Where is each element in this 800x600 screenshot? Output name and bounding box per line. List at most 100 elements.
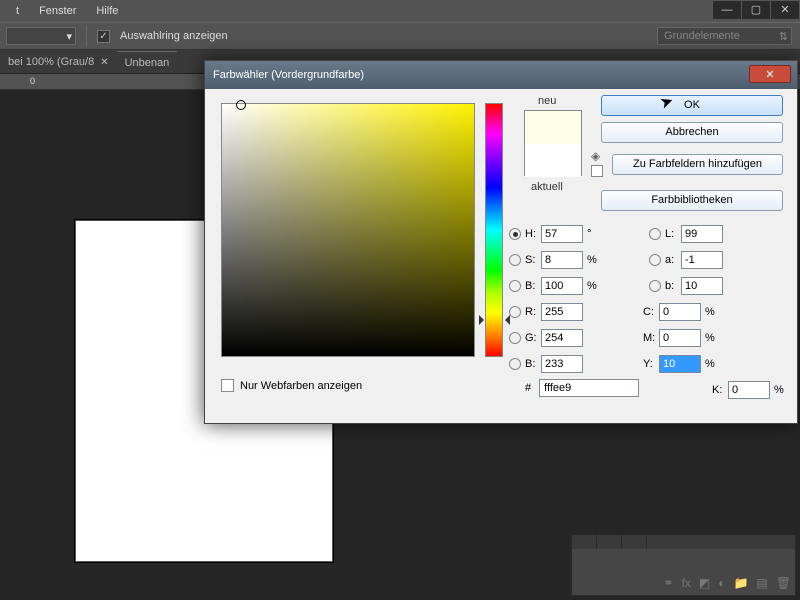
unit-bv: %	[583, 280, 601, 292]
input-a[interactable]	[681, 251, 723, 269]
document-tab-1[interactable]: Unbenan	[117, 51, 178, 73]
sv-cursor-icon	[236, 100, 246, 110]
input-b-rgb[interactable]	[541, 355, 583, 373]
preset-dropdown[interactable]: Grundelemente ⇅	[657, 27, 792, 45]
input-h[interactable]	[541, 225, 583, 243]
ok-button[interactable]: OK	[601, 95, 783, 116]
color-preview[interactable]	[524, 110, 582, 176]
web-colors-only-row: Nur Webfarben anzeigen	[221, 379, 362, 392]
gamut-swatch[interactable]	[591, 165, 603, 177]
menu-item-fenster[interactable]: Fenster	[29, 5, 86, 17]
label-r: R:	[525, 306, 541, 318]
maximize-button[interactable]: ▢	[741, 0, 771, 20]
radio-h[interactable]	[509, 228, 521, 240]
dialog-close-button[interactable]: ✕	[749, 65, 791, 83]
new-color-label: neu	[538, 95, 556, 107]
dialog-body: neu aktuell ◈ OK Abbrechen Zu Farbfelder…	[205, 89, 797, 117]
radio-b-brightness[interactable]	[509, 280, 521, 292]
selection-ring-checkbox[interactable]: ✓	[97, 30, 110, 43]
radio-b-rgb[interactable]	[509, 358, 521, 370]
unit-c: %	[701, 306, 719, 318]
input-k[interactable]	[728, 381, 770, 399]
chevron-down-icon: ▾	[66, 30, 72, 43]
radio-r[interactable]	[509, 306, 521, 318]
fx-icon[interactable]: fx	[682, 576, 691, 590]
new-layer-icon[interactable]: ▤	[756, 576, 767, 590]
panel-tab[interactable]	[572, 535, 597, 549]
label-b-rgb: B:	[525, 358, 541, 370]
options-dropdown[interactable]: ▾	[6, 27, 76, 45]
current-color-swatch	[525, 144, 581, 177]
label-l: L:	[665, 228, 681, 240]
hue-indicator-icon	[479, 315, 484, 325]
radio-l[interactable]	[649, 228, 661, 240]
trash-icon[interactable]: 🗑	[776, 576, 791, 590]
radio-a[interactable]	[649, 254, 661, 266]
panel-tab[interactable]	[622, 535, 647, 549]
input-m[interactable]	[659, 329, 701, 347]
unit-s: %	[583, 254, 601, 266]
web-colors-checkbox[interactable]	[221, 379, 234, 392]
hash-label: #	[525, 382, 531, 394]
cancel-button[interactable]: Abbrechen	[601, 122, 783, 143]
current-color-label: aktuell	[531, 181, 563, 193]
adjustment-icon[interactable]: ◐	[718, 576, 725, 590]
label-c: C:	[643, 306, 659, 318]
menu-bar: t Fenster Hilfe — ▢ ✕	[0, 0, 800, 22]
layers-panel[interactable]: ⚭ fx ◩ ◐ 📁 ▤ 🗑	[571, 534, 796, 596]
tab-label: Unbenan	[125, 57, 170, 69]
saturation-value-field[interactable]	[221, 103, 475, 357]
close-icon[interactable]: ✕	[100, 57, 108, 68]
menu-item-hilfe[interactable]: Hilfe	[86, 5, 128, 17]
selection-ring-label: Auswahlring anzeigen	[120, 30, 228, 42]
tab-label: bei 100% (Grau/8	[8, 56, 94, 68]
input-y[interactable]	[659, 355, 701, 373]
menu-item-t[interactable]: t	[6, 5, 29, 17]
label-m: M:	[643, 332, 659, 344]
input-b-lab[interactable]	[681, 277, 723, 295]
radio-g[interactable]	[509, 332, 521, 344]
radio-s[interactable]	[509, 254, 521, 266]
document-tab-0[interactable]: bei 100% (Grau/8 ✕	[0, 51, 117, 73]
color-values-grid: H: ° L: S: % a: B:	[509, 221, 788, 403]
unit-y: %	[701, 358, 719, 370]
label-a: a:	[665, 254, 681, 266]
check-icon: ✓	[99, 31, 107, 42]
input-hex[interactable]	[539, 379, 639, 397]
gamut-warning-icon[interactable]: ◈	[591, 149, 600, 163]
unit-k: %	[770, 384, 788, 396]
chevron-updown-icon: ⇅	[779, 30, 788, 43]
unit-m: %	[701, 332, 719, 344]
minimize-button[interactable]: —	[712, 0, 742, 20]
panel-tabs	[572, 535, 795, 549]
dialog-title: Farbwähler (Vordergrundfarbe)	[213, 69, 364, 81]
options-bar: ▾ ✓ Auswahlring anzeigen Grundelemente ⇅	[0, 22, 800, 50]
add-to-swatches-button[interactable]: Zu Farbfeldern hinzufügen	[612, 154, 783, 175]
input-r[interactable]	[541, 303, 583, 321]
link-icon[interactable]: ⚭	[663, 576, 673, 590]
hue-slider[interactable]	[485, 103, 503, 357]
preset-label: Grundelemente	[664, 30, 740, 42]
close-icon: ✕	[765, 68, 774, 81]
input-l[interactable]	[681, 225, 723, 243]
input-g[interactable]	[541, 329, 583, 347]
unit-h: °	[583, 228, 601, 240]
input-b-brightness[interactable]	[541, 277, 583, 295]
label-b-lab: b:	[665, 280, 681, 292]
color-libraries-button[interactable]: Farbbibliotheken	[601, 190, 783, 211]
window-controls: — ▢ ✕	[713, 0, 800, 20]
panel-tab[interactable]	[597, 535, 622, 549]
input-s[interactable]	[541, 251, 583, 269]
label-k: K:	[712, 384, 728, 396]
web-colors-label: Nur Webfarben anzeigen	[240, 380, 362, 392]
new-color-swatch	[525, 111, 581, 144]
dialog-titlebar[interactable]: Farbwähler (Vordergrundfarbe) ✕	[205, 61, 797, 89]
hex-row: #	[525, 379, 639, 397]
label-h: H:	[525, 228, 541, 240]
mask-icon[interactable]: ◩	[699, 576, 710, 590]
radio-b-lab[interactable]	[649, 280, 661, 292]
input-c[interactable]	[659, 303, 701, 321]
label-s: S:	[525, 254, 541, 266]
folder-icon[interactable]: 📁	[733, 576, 748, 590]
close-window-button[interactable]: ✕	[770, 0, 800, 20]
